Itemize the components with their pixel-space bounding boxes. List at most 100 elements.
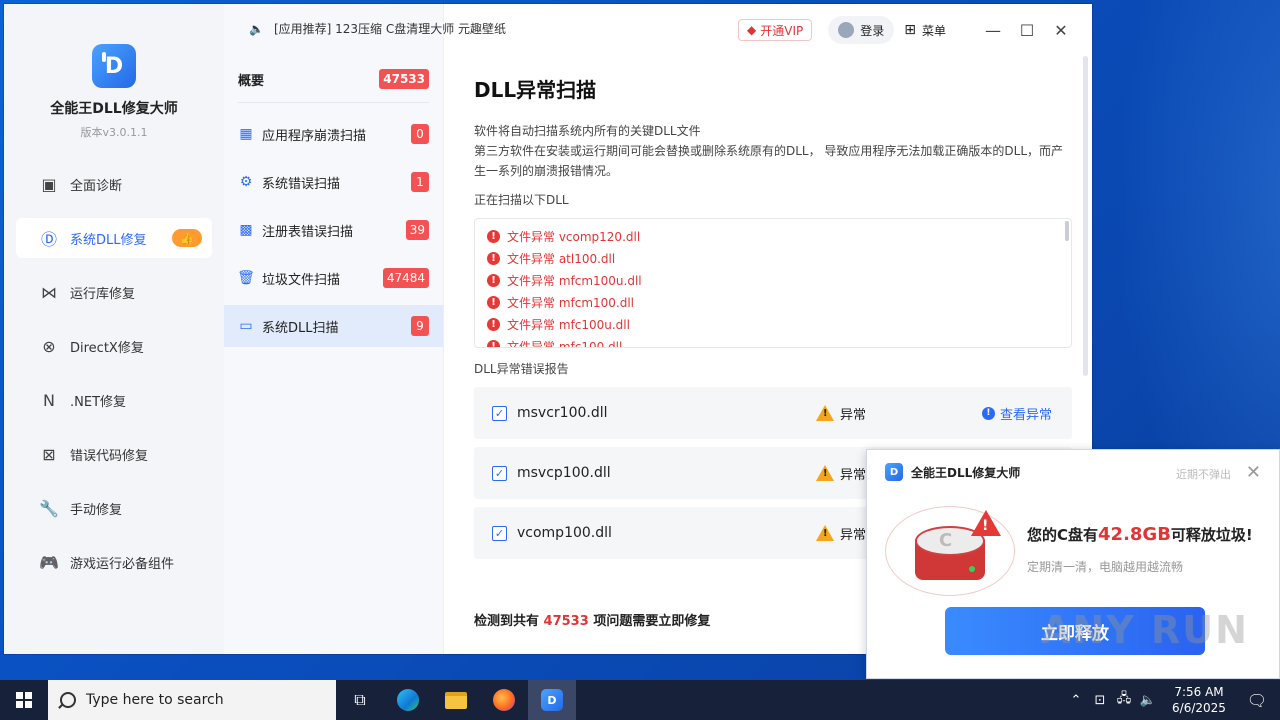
sidebar-item-manual[interactable]: 🔧 手动修复 — [16, 488, 212, 528]
search-placeholder: Type here to search — [86, 692, 224, 708]
row-checkbox[interactable]: ✓ — [492, 405, 507, 421]
windows-icon — [16, 692, 32, 708]
scan-item-junk-files[interactable]: 🗑 垃圾文件扫描 47484 — [224, 257, 443, 299]
scan-log-scrollbar[interactable] — [1065, 221, 1069, 241]
firefox-icon — [493, 689, 515, 711]
popup-close-icon[interactable]: ✕ — [1246, 462, 1261, 483]
info-icon: ! — [981, 406, 995, 420]
issue-count: 47533 — [543, 614, 589, 629]
sidebar-item-error-code[interactable]: ⊠ 错误代码修复 — [16, 434, 212, 474]
scan-log-line: ! 文件异常 mfc100u.dll — [487, 313, 1071, 335]
page-title: DLL异常扫描 — [474, 78, 597, 102]
scan-item-system-dll[interactable]: ▭ 系统DLL扫描 9 — [224, 305, 443, 347]
content-scrollbar[interactable] — [1083, 56, 1088, 376]
menu-label: 菜单 — [921, 23, 946, 38]
scan-item-count: 47484 — [382, 268, 429, 288]
edge-button[interactable] — [384, 680, 432, 720]
scan-item-label: 系统错误扫描 — [262, 176, 341, 192]
view-issue-link[interactable]: ! 查看异常 — [981, 404, 1052, 423]
maximize-button[interactable]: ☐ — [1010, 16, 1044, 44]
gamepad-icon: 🎮 — [39, 552, 59, 572]
report-label: DLL异常错误报告 — [474, 362, 569, 376]
minimize-button[interactable]: — — [976, 16, 1010, 44]
login-button[interactable]: 登录 — [828, 16, 895, 44]
wrench-icon: 🔧 — [39, 498, 59, 518]
taskbar-search[interactable]: Type here to search — [48, 680, 336, 720]
error-icon: ! — [487, 229, 500, 243]
scan-log[interactable]: ! 文件异常 vcomp120.dll ! 文件异常 atl100.dll ! 文件异… — [474, 218, 1072, 348]
sidebar-item-runtime[interactable]: ⋈ 运行库修复 — [16, 272, 212, 312]
app-logo-icon: D — [885, 463, 903, 481]
app-version: 版本v3.0.1.1 — [80, 126, 148, 139]
notifications-icon[interactable]: 🗨 — [1234, 691, 1280, 710]
speaker-icon: 🔈 — [249, 21, 264, 36]
dotnet-icon: N — [43, 390, 55, 410]
monitor-icon: ▣ — [41, 174, 57, 194]
scanning-label: 正在扫描以下DLL — [474, 193, 569, 207]
scan-item-label: 垃圾文件扫描 — [262, 272, 341, 288]
apps-icon: ▦ — [239, 126, 253, 142]
firefox-button[interactable] — [480, 680, 528, 720]
scan-item-app-crash[interactable]: ▦ 应用程序崩溃扫描 0 — [224, 113, 443, 155]
overview-label: 概要 — [238, 73, 265, 89]
system-tray: ⌃ ⊡ 🖧 🔈 7:56 AM 6/6/2025 🗨 — [1064, 680, 1280, 720]
scan-log-line: ! 文件异常 vcomp120.dll — [487, 225, 1071, 247]
chevron-up-icon[interactable]: ⌃ — [1064, 693, 1088, 708]
overview-row[interactable]: 概要 47533 — [224, 56, 443, 102]
error-icon: ! — [487, 317, 500, 331]
sidebar-item-label: 错误代码修复 — [70, 448, 149, 464]
device-icon[interactable]: ⊡ — [1088, 693, 1112, 708]
error-code-icon: ⊠ — [42, 444, 56, 464]
scan-item-system-error[interactable]: ⚙ 系统错误扫描 1 — [224, 161, 443, 203]
scan-log-line: ! 文件异常 mfcm100u.dll — [487, 269, 1071, 291]
sidebar-item-label: DirectX修复 — [70, 340, 144, 356]
sidebar-item-game-components[interactable]: 🎮 游戏运行必备组件 — [16, 542, 212, 582]
sidebar: D 全能王DLL修复大师 版本v3.0.1.1 ▣ 全面诊断 Ⓓ 系统DLL修复… — [4, 4, 224, 654]
scan-item-count: 0 — [411, 124, 429, 144]
volume-icon[interactable]: 🔈 — [1136, 693, 1160, 708]
sidebar-item-diagnosis[interactable]: ▣ 全面诊断 — [16, 164, 212, 204]
popup-header: D 全能王DLL修复大师 近期不弹出 ✕ — [867, 450, 1279, 494]
clock-date: 6/6/2025 — [1172, 701, 1226, 715]
task-view-button[interactable]: ⧉ — [336, 680, 384, 720]
disk-warning-illustration: C ! — [885, 500, 1015, 600]
notice-text: [应用推荐] 123压缩 C盘清理大师 元趣壁纸 — [273, 22, 507, 36]
vip-button[interactable]: ◆ 开通VIP — [738, 19, 813, 41]
app-logo-icon: D — [541, 689, 563, 711]
cleanup-popup: D 全能王DLL修复大师 近期不弹出 ✕ C ! 您的C盘有42.8GB可释放垃… — [866, 449, 1280, 679]
dont-show-again-link[interactable]: 近期不弹出 — [1176, 466, 1231, 482]
menu-grid-icon: ⊞ — [904, 22, 916, 38]
report-row: ✓ msvcr100.dll 异常 !查看异常 — [474, 387, 1072, 439]
menu-button[interactable]: ⊞ 菜单 — [904, 22, 946, 39]
taskbar: Type here to search ⧉ D ⌃ ⊡ 🖧 🔈 7:56 AM … — [0, 680, 1280, 720]
vip-label: 开通VIP — [760, 23, 804, 38]
scan-item-count: 1 — [411, 172, 429, 192]
overview-count-badge: 47533 — [379, 69, 429, 89]
network-icon[interactable]: 🖧 — [1112, 689, 1136, 711]
close-button[interactable]: ✕ — [1044, 16, 1078, 44]
folder-icon — [445, 691, 467, 709]
scan-item-registry[interactable]: ▩ 注册表错误扫描 39 — [224, 209, 443, 251]
issue-summary: 检测到共有 47533 项问题需要立即修复 — [474, 614, 711, 629]
task-view-icon: ⧉ — [354, 690, 366, 709]
dll-repair-taskbar-button[interactable]: D — [528, 680, 576, 720]
scan-log-line: ! 文件异常 mfc100.dll — [487, 335, 1071, 347]
dll-file-name: msvcp100.dll — [517, 465, 611, 481]
thumbs-up-icon: 👍 — [172, 229, 202, 247]
clock[interactable]: 7:56 AM 6/6/2025 — [1164, 684, 1234, 716]
alert-icon: ! — [971, 510, 1001, 538]
popup-title: 全能王DLL修复大师 — [911, 465, 1021, 480]
row-checkbox[interactable]: ✓ — [492, 465, 507, 481]
app-recommend-notice[interactable]: 🔈 [应用推荐] 123压缩 C盘清理大师 元趣壁纸 — [249, 20, 506, 37]
sidebar-item-dotnet[interactable]: N .NET修复 — [16, 380, 212, 420]
sidebar-item-directx[interactable]: ⊗ DirectX修复 — [16, 326, 212, 366]
error-icon: ! — [487, 273, 500, 287]
row-checkbox[interactable]: ✓ — [492, 525, 507, 541]
file-explorer-button[interactable] — [432, 680, 480, 720]
scan-item-label: 注册表错误扫描 — [262, 224, 354, 240]
start-button[interactable] — [0, 680, 48, 720]
divider — [238, 102, 429, 103]
warning-icon — [816, 405, 834, 421]
sidebar-item-dll-repair[interactable]: Ⓓ 系统DLL修复 👍 — [16, 218, 212, 258]
scan-log-line: ! 文件异常 atl100.dll — [487, 247, 1071, 269]
